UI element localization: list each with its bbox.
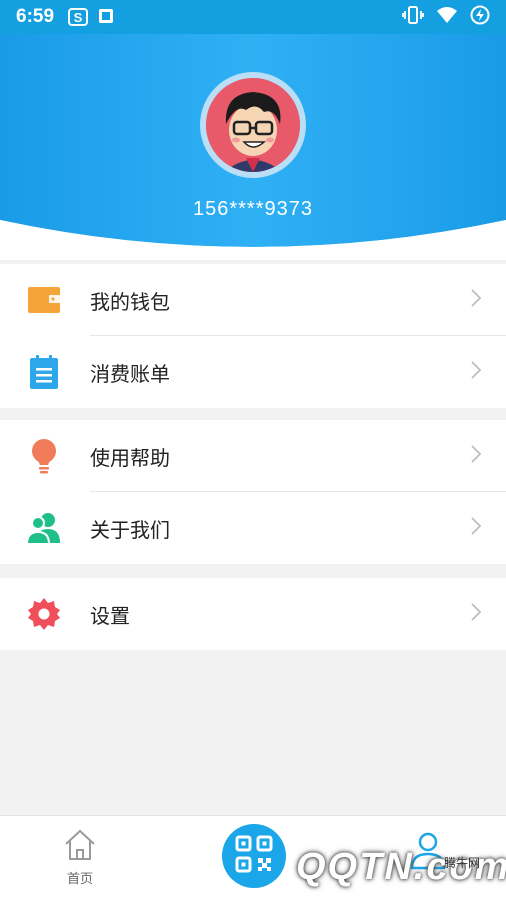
qr-scan-icon <box>234 834 274 878</box>
wallet-icon <box>26 282 62 318</box>
menu-item-label: 设置 <box>90 603 130 628</box>
menu-item-label: 关于我们 <box>90 517 170 542</box>
menu-item-label: 使用帮助 <box>90 445 170 470</box>
menu-group-settings: 设置 <box>0 578 506 650</box>
chevron-right-icon <box>470 360 482 384</box>
bill-icon <box>26 354 62 390</box>
avatar[interactable] <box>200 72 306 178</box>
profile-header: 156****9373 <box>0 34 506 260</box>
chevron-right-icon <box>470 602 482 626</box>
status-bar: 6:59 S <box>0 0 506 34</box>
menu-group-wallet: 我的钱包 消费账单 <box>0 264 506 408</box>
menu-item-label: 消费账单 <box>90 361 170 386</box>
vibrate-icon <box>402 6 424 28</box>
home-icon <box>63 829 97 866</box>
chevron-right-icon <box>470 516 482 540</box>
menu-item-bill[interactable]: 消费账单 <box>0 336 506 408</box>
lightbulb-icon <box>26 438 62 474</box>
menu-group-help: 使用帮助 关于我们 <box>0 420 506 564</box>
battery-charging-icon <box>470 5 490 29</box>
notification-app-icon <box>98 8 118 26</box>
chevron-right-icon <box>470 444 482 468</box>
menu-item-about[interactable]: 关于我们 <box>0 492 506 564</box>
nav-home-label: 首页 <box>66 872 93 887</box>
watermark-small-text: 腾牛网 <box>444 856 481 870</box>
sogou-s-icon: S <box>68 8 89 26</box>
wifi-icon <box>436 6 458 28</box>
svg-text:S: S <box>74 10 83 25</box>
menu-item-label: 我的钱包 <box>90 289 170 314</box>
menu-item-wallet[interactable]: 我的钱包 <box>0 264 506 336</box>
menu-item-help[interactable]: 使用帮助 <box>0 420 506 492</box>
status-time: 6:59 <box>16 6 55 27</box>
nav-home[interactable]: 首页 <box>50 828 110 887</box>
cartoon-avatar-icon <box>206 78 300 172</box>
phone-number: 156****9373 <box>193 198 313 220</box>
users-icon <box>26 510 62 546</box>
bottom-nav: 首页 QQTN.com 腾牛网 <box>0 815 506 900</box>
menu-item-settings[interactable]: 设置 <box>0 578 506 650</box>
chevron-right-icon <box>470 288 482 312</box>
settings-gear-icon <box>26 596 62 632</box>
scan-button[interactable] <box>222 824 286 888</box>
